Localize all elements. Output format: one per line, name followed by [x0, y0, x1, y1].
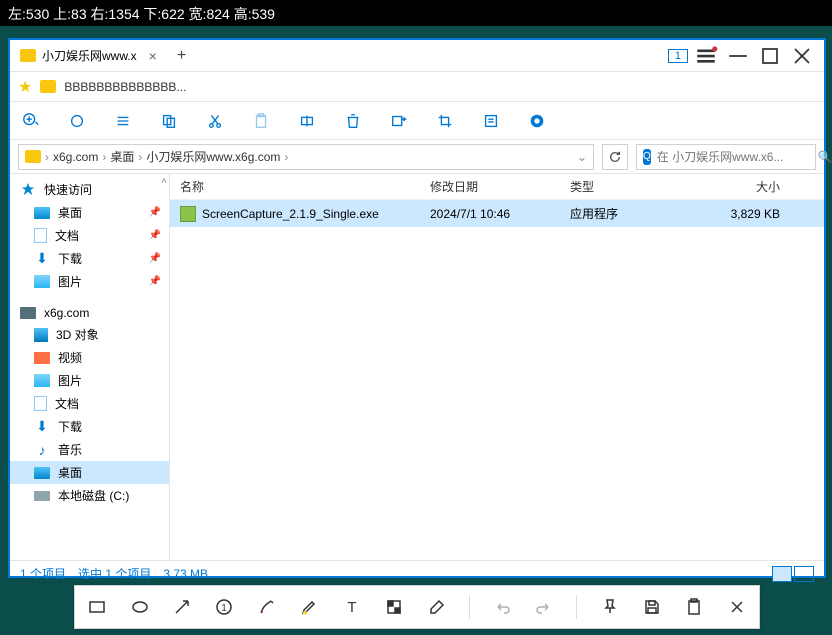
maximize-button[interactable] — [756, 44, 784, 68]
chevron-down-icon[interactable]: ⌄ — [577, 150, 587, 164]
rename-button[interactable] — [296, 110, 318, 132]
copy-button[interactable] — [158, 110, 180, 132]
save-button[interactable] — [642, 595, 662, 619]
mosaic-tool[interactable] — [384, 595, 404, 619]
ellipse-tool[interactable] — [129, 595, 149, 619]
tab-count-badge[interactable]: 1 — [668, 49, 688, 63]
chevron-right-icon[interactable]: › — [45, 150, 49, 164]
sidebar: ˄ 快速访问 桌面📌 文档📌 ⬇下载📌 图片📌 x6g.com 3D 对象 视频… — [10, 174, 170, 560]
pin-button[interactable] — [599, 595, 619, 619]
pin-icon[interactable]: 📌 — [149, 253, 161, 264]
breadcrumb[interactable]: › x6g.com › 桌面 › 小刀娱乐网www.x6g.com › ⌄ — [18, 144, 594, 170]
explorer-window: 小刀娱乐网www.x × + 1 ★ BBBBBBBBBBBBBB... — [8, 38, 826, 578]
chevron-right-icon[interactable]: › — [284, 150, 288, 164]
toolbar — [10, 102, 824, 140]
column-name[interactable]: 名称 — [180, 178, 430, 195]
rectangle-tool[interactable] — [87, 595, 107, 619]
sidebar-desktop[interactable]: 桌面📌 — [10, 201, 169, 224]
sidebar-pictures[interactable]: 图片 — [10, 369, 169, 392]
sidebar-music[interactable]: ♪音乐 — [10, 438, 169, 461]
pin-icon[interactable]: 📌 — [149, 276, 161, 287]
file-row[interactable]: ScreenCapture_2.1.9_Single.exe 2024/7/1 … — [170, 200, 824, 227]
scroll-up-icon[interactable]: ˄ — [161, 176, 167, 187]
view-button[interactable] — [112, 110, 134, 132]
refresh-toolbar-button[interactable] — [66, 110, 88, 132]
folder-icon — [25, 150, 41, 163]
search-icon: Q — [643, 149, 651, 165]
sidebar-videos[interactable]: 视频 — [10, 346, 169, 369]
properties-button[interactable] — [480, 110, 502, 132]
new-tab-button[interactable]: + — [167, 47, 196, 65]
menu-icon[interactable] — [692, 44, 720, 68]
tab-active[interactable]: 小刀娱乐网www.x × — [10, 40, 167, 71]
details-view-button[interactable] — [772, 566, 792, 582]
tab-close-icon[interactable]: × — [149, 48, 157, 64]
undo-button[interactable] — [492, 595, 512, 619]
svg-text:1: 1 — [222, 603, 228, 614]
exe-icon — [180, 206, 196, 222]
sidebar-documents[interactable]: 文档📌 — [10, 224, 169, 247]
sidebar-documents[interactable]: 文档 — [10, 392, 169, 415]
folder-icon — [40, 80, 56, 93]
close-toolbar-button[interactable] — [727, 595, 747, 619]
eraser-tool[interactable] — [426, 595, 446, 619]
bookmark-item[interactable]: BBBBBBBBBBBBBB... — [64, 80, 186, 94]
pin-icon[interactable]: 📌 — [149, 230, 161, 241]
column-type[interactable]: 类型 — [570, 178, 690, 195]
breadcrumb-item[interactable]: x6g.com — [53, 150, 98, 164]
column-size[interactable]: 大小 — [690, 178, 780, 195]
refresh-button[interactable] — [602, 144, 628, 170]
sidebar-downloads[interactable]: ⬇下载📌 — [10, 247, 169, 270]
column-date[interactable]: 修改日期 — [430, 178, 570, 195]
crop-button[interactable] — [434, 110, 456, 132]
search-box[interactable]: Q 🔍 — [636, 144, 816, 170]
cut-button[interactable] — [204, 110, 226, 132]
copy-clipboard-button[interactable] — [684, 595, 704, 619]
sidebar-local-disk-c[interactable]: 本地磁盘 (C:) — [10, 484, 169, 507]
pen-tool[interactable] — [257, 595, 277, 619]
redo-button[interactable] — [534, 595, 554, 619]
paste-button[interactable] — [250, 110, 272, 132]
sidebar-pictures[interactable]: 图片📌 — [10, 270, 169, 293]
coords-bar: 左:530 上:83 右:1354 下:622 宽:824 高:539 — [0, 0, 832, 26]
chevron-right-icon[interactable]: › — [138, 150, 142, 164]
sidebar-downloads[interactable]: ⬇下载 — [10, 415, 169, 438]
bookmarks-bar: ★ BBBBBBBBBBBBBB... — [10, 72, 824, 102]
history-button[interactable] — [526, 110, 548, 132]
search-input[interactable] — [657, 150, 812, 164]
folder-icon — [20, 49, 36, 62]
tab-title: 小刀娱乐网www.x — [42, 47, 137, 64]
icons-view-button[interactable] — [794, 566, 814, 582]
column-headers: 名称 修改日期 类型 大小 — [170, 174, 824, 200]
content-area: ˄ 快速访问 桌面📌 文档📌 ⬇下载📌 图片📌 x6g.com 3D 对象 视频… — [10, 174, 824, 560]
search-submit-icon[interactable]: 🔍 — [818, 150, 832, 164]
highlighter-tool[interactable] — [299, 595, 319, 619]
sidebar-desktop[interactable]: 桌面 — [10, 461, 169, 484]
breadcrumb-item[interactable]: 桌面 — [110, 148, 134, 165]
item-count: 1 个项目 — [20, 565, 66, 582]
chevron-right-icon[interactable]: › — [102, 150, 106, 164]
new-button[interactable] — [20, 110, 42, 132]
minimize-button[interactable] — [724, 44, 752, 68]
sidebar-3d-objects[interactable]: 3D 对象 — [10, 323, 169, 346]
tabs-bar: 小刀娱乐网www.x × + 1 — [10, 40, 824, 72]
number-tool[interactable]: 1 — [214, 595, 234, 619]
annotation-toolbar: 1 T — [74, 585, 760, 629]
sidebar-quick-access[interactable]: 快速访问 — [10, 178, 169, 201]
star-icon[interactable]: ★ — [18, 77, 32, 97]
breadcrumb-item[interactable]: 小刀娱乐网www.x6g.com — [146, 148, 280, 165]
svg-text:T: T — [347, 599, 356, 616]
status-bar: 1 个项目 选中 1 个项目 3.73 MB — [10, 560, 824, 586]
selected-count: 选中 1 个项目 — [78, 565, 151, 582]
delete-button[interactable] — [342, 110, 364, 132]
arrow-tool[interactable] — [172, 595, 192, 619]
move-button[interactable] — [388, 110, 410, 132]
text-tool[interactable]: T — [342, 595, 362, 619]
address-bar: › x6g.com › 桌面 › 小刀娱乐网www.x6g.com › ⌄ Q … — [10, 140, 824, 174]
sidebar-this-pc[interactable]: x6g.com — [10, 303, 169, 323]
pin-icon[interactable]: 📌 — [149, 207, 161, 218]
close-button[interactable] — [788, 44, 816, 68]
selected-size: 3.73 MB — [163, 567, 208, 581]
file-list: 名称 修改日期 类型 大小 ScreenCapture_2.1.9_Single… — [170, 174, 824, 560]
